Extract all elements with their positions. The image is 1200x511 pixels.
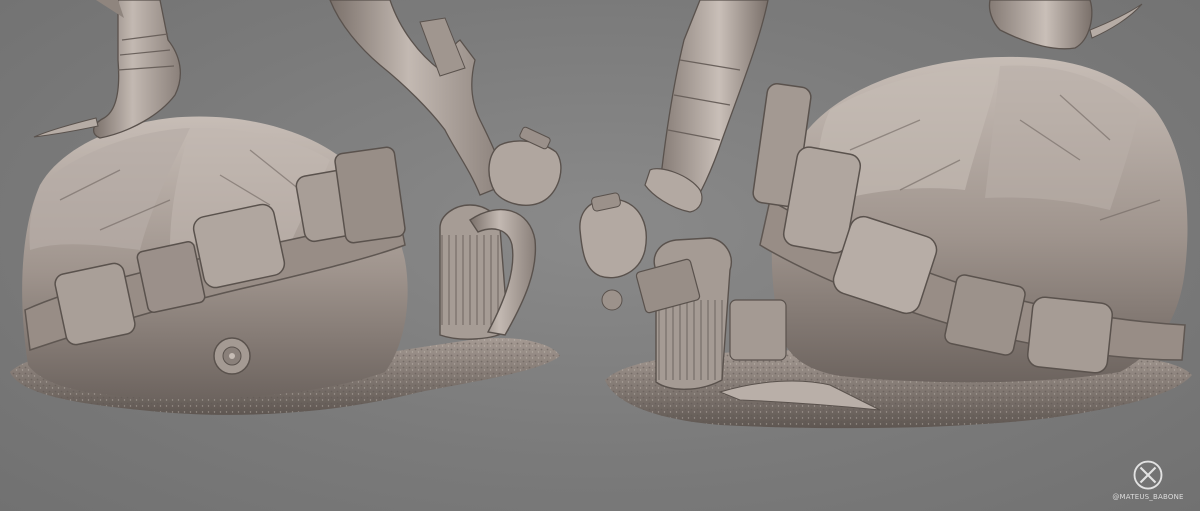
artist-watermark: @MATEUS_BABONE [1110, 460, 1186, 501]
artist-handle-text: @MATEUS_BABONE [1112, 493, 1184, 501]
left-belt-pouch [334, 146, 406, 244]
right-belt-pouch [944, 274, 1026, 356]
left-belt-pouch [54, 262, 136, 346]
clay-sculpt-scene [10, 0, 1192, 429]
sculpt-render-canvas: @MATEUS_BABONE [0, 0, 1200, 511]
right-view-sculpt [579, 0, 1192, 429]
left-view-sculpt [10, 0, 562, 415]
left-belt-pouch [136, 241, 206, 313]
right-belt-pouch [1026, 296, 1114, 374]
right-boot [988, 0, 1093, 50]
x-logo-icon [1133, 460, 1163, 490]
